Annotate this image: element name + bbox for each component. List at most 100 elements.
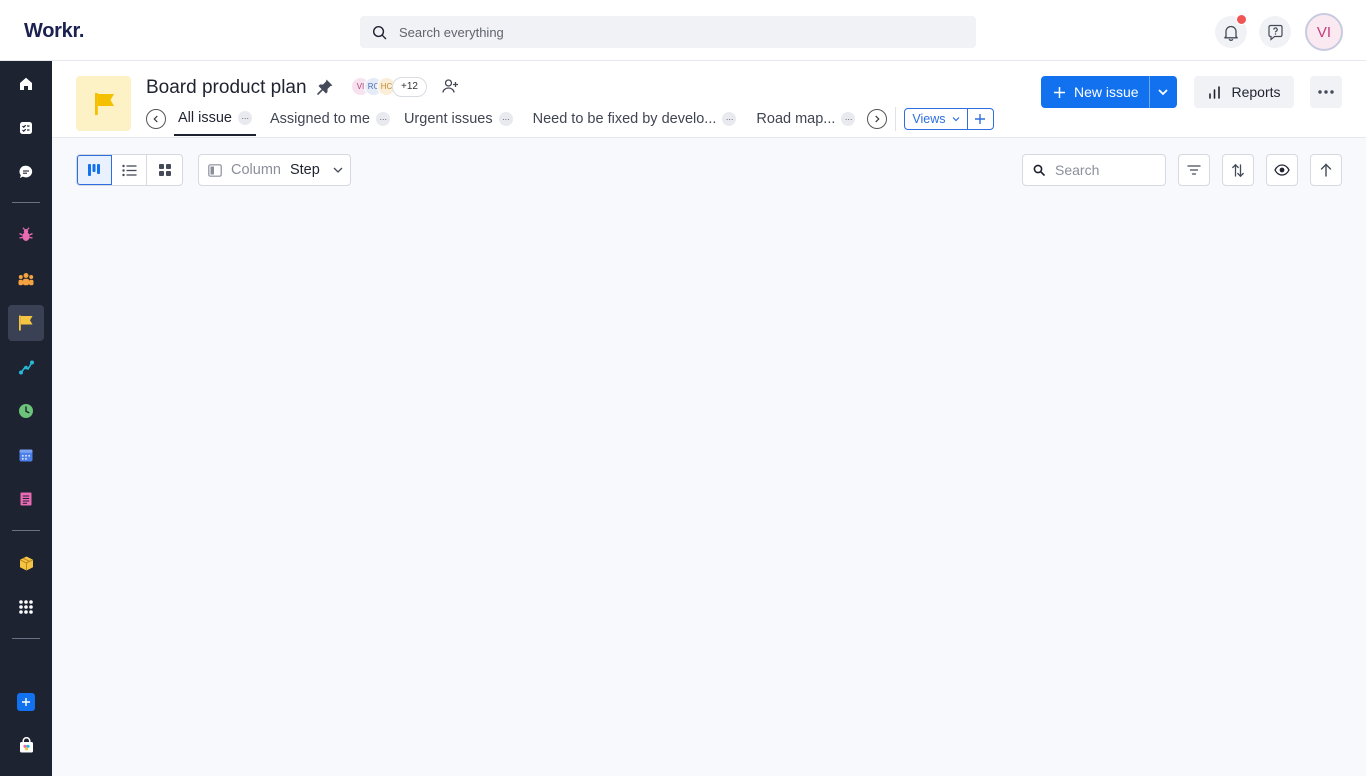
- arrow-up-icon: [1320, 163, 1332, 177]
- add-user-icon: [442, 79, 458, 93]
- package-icon: [19, 556, 33, 570]
- project-members[interactable]: VI RC HC +12: [351, 76, 427, 97]
- list-view-button[interactable]: [112, 155, 147, 185]
- tabs-divider: [895, 107, 897, 131]
- sidebar-item-tasks[interactable]: [8, 110, 44, 146]
- add-icon: [17, 693, 35, 711]
- filter-icon: [1187, 165, 1201, 175]
- global-search[interactable]: [360, 16, 976, 48]
- board-search-input[interactable]: [1055, 162, 1155, 178]
- sidebar-item-projects[interactable]: [8, 305, 44, 341]
- help-button[interactable]: [1259, 16, 1291, 48]
- sidebar-divider: [12, 530, 40, 531]
- app-logo[interactable]: Workr.: [24, 20, 84, 43]
- reports-button[interactable]: Reports: [1194, 76, 1294, 108]
- kanban-icon: [88, 164, 100, 176]
- store-icon: [19, 736, 33, 752]
- sidebar-item-apps[interactable]: [8, 589, 44, 625]
- chevron-down-icon: [1158, 89, 1168, 96]
- tab-options-icon[interactable]: ···: [375, 112, 390, 126]
- tab-options-icon[interactable]: ···: [841, 112, 856, 126]
- sidebar-item-team[interactable]: [8, 261, 44, 297]
- search-icon: [1033, 164, 1045, 176]
- clock-icon: [19, 404, 33, 418]
- column-icon: [208, 163, 222, 177]
- grid-view-button[interactable]: [147, 155, 182, 185]
- tab-need-to-be-fixed[interactable]: Need to be fixed by develo... ···: [533, 107, 737, 136]
- user-avatar[interactable]: VI: [1305, 13, 1343, 51]
- pin-icon: [317, 79, 333, 95]
- view-tabs: All issue ··· Assigned to me ··· Urgent …: [146, 107, 994, 138]
- collapse-up-button[interactable]: [1310, 154, 1342, 186]
- sort-button[interactable]: [1222, 154, 1254, 186]
- sidebar-item-calendar[interactable]: [8, 437, 44, 473]
- pin-button[interactable]: [316, 78, 334, 101]
- sidebar-divider: [12, 202, 40, 203]
- views-label: Views: [912, 112, 946, 126]
- view-mode-switch: [76, 154, 183, 186]
- sidebar-item-bugs[interactable]: [8, 217, 44, 253]
- chevron-left-icon: [153, 115, 158, 123]
- team-icon: [18, 273, 34, 286]
- sidebar-divider: [12, 638, 40, 639]
- filter-button[interactable]: [1178, 154, 1210, 186]
- sidebar-item-roadmap[interactable]: [8, 349, 44, 385]
- visibility-button[interactable]: [1266, 154, 1298, 186]
- reports-label: Reports: [1231, 84, 1281, 100]
- roadmap-icon: [18, 360, 34, 374]
- tabs-scroll-left-button[interactable]: [146, 109, 166, 129]
- tab-options-icon[interactable]: ···: [498, 112, 513, 126]
- board-search[interactable]: [1022, 154, 1166, 186]
- new-issue-dropdown-button[interactable]: [1148, 76, 1177, 108]
- help-chat-icon: [1267, 24, 1283, 41]
- views-dropdown-button[interactable]: Views: [905, 109, 968, 129]
- tab-label: Assigned to me: [270, 111, 370, 127]
- tabs-scroll-right-button[interactable]: [867, 109, 888, 129]
- calendar-icon: [19, 449, 33, 462]
- tab-all-issue[interactable]: All issue ···: [174, 107, 256, 136]
- more-options-button[interactable]: [1310, 76, 1342, 108]
- plus-icon: [975, 114, 986, 124]
- board-view-button[interactable]: [77, 155, 112, 185]
- tasks-icon: [20, 122, 32, 134]
- sidebar-item-store[interactable]: [8, 727, 44, 763]
- new-issue-split-button: New issue: [1041, 76, 1177, 108]
- new-issue-button[interactable]: New issue: [1041, 76, 1149, 108]
- more-horizontal-icon: [1318, 90, 1334, 94]
- sidebar-item-time[interactable]: [8, 393, 44, 429]
- bar-chart-icon: [1209, 85, 1221, 99]
- tab-road-map[interactable]: Road map... ···: [756, 107, 856, 136]
- sort-icon: [1232, 163, 1244, 177]
- tab-label: Road map...: [756, 111, 836, 127]
- column-select-label: Column: [231, 162, 281, 178]
- global-search-input[interactable]: [399, 24, 959, 40]
- chevron-right-icon: [875, 115, 880, 123]
- views-control: Views: [904, 108, 994, 130]
- chat-icon: [19, 165, 33, 178]
- sidebar-add-button[interactable]: [8, 684, 44, 720]
- sidebar-item-docs[interactable]: [8, 481, 44, 517]
- plus-icon: [1054, 86, 1065, 98]
- project-logo: [76, 76, 131, 131]
- flag-icon: [94, 92, 114, 115]
- project-header: Board product plan VI RC HC +12 All issu…: [52, 61, 1366, 138]
- tab-options-icon[interactable]: ···: [238, 111, 252, 125]
- column-grouping-select[interactable]: Column Step: [198, 154, 351, 186]
- add-member-button[interactable]: [442, 78, 459, 99]
- tab-assigned-to-me[interactable]: Assigned to me ···: [270, 107, 390, 136]
- tab-urgent-issues[interactable]: Urgent issues ···: [404, 107, 513, 136]
- tab-label: All issue: [178, 110, 232, 126]
- tab-options-icon[interactable]: ···: [722, 112, 737, 126]
- add-view-button[interactable]: [968, 109, 993, 129]
- notification-badge: [1236, 14, 1247, 25]
- sidebar-item-packages[interactable]: [8, 545, 44, 581]
- flag-icon: [19, 315, 33, 331]
- sidebar-item-chat[interactable]: [8, 154, 44, 190]
- apps-grid-icon: [19, 600, 33, 614]
- more-members-count[interactable]: +12: [392, 76, 427, 97]
- sidebar-item-home[interactable]: [8, 66, 44, 102]
- grid-icon: [158, 164, 171, 176]
- tab-label: Urgent issues: [403, 111, 493, 127]
- top-bar: Workr. VI: [0, 0, 1366, 61]
- chevron-down-icon: [333, 167, 343, 173]
